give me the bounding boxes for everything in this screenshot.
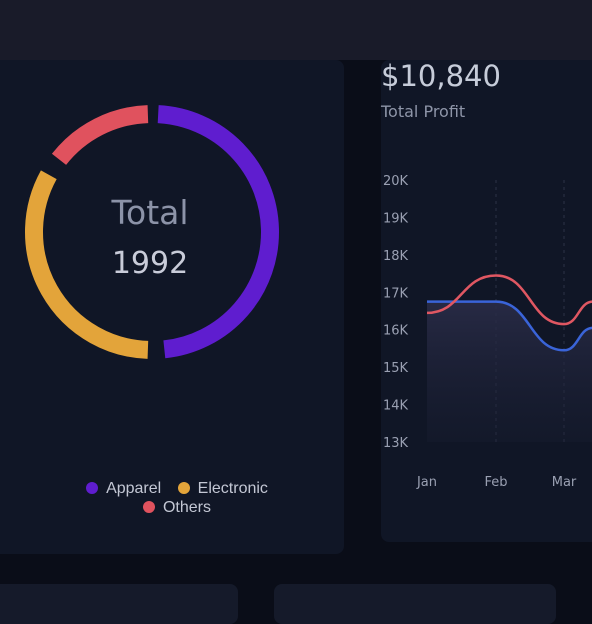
x-tick-label: Jan bbox=[416, 475, 437, 490]
donut-center-title: Total bbox=[111, 193, 189, 232]
legend-dot-apparel bbox=[86, 482, 99, 494]
y-tick-label: 18K bbox=[383, 249, 409, 264]
legend-label-others: Others bbox=[162, 499, 211, 516]
legend-dot-electronic bbox=[177, 482, 190, 494]
y-tick-label: 15K bbox=[383, 361, 409, 376]
legend-dot-others bbox=[142, 501, 155, 513]
legend-item-electronic[interactable]: Electronic bbox=[177, 480, 268, 498]
y-tick-label: 16K bbox=[383, 324, 409, 339]
legend-item-apparel[interactable]: Apparel bbox=[86, 480, 161, 498]
bottom-card-right bbox=[274, 584, 556, 624]
donut-segment-others[interactable] bbox=[51, 105, 149, 166]
y-tick-label: 13K bbox=[383, 436, 409, 451]
legend-label-apparel: Apparel bbox=[106, 480, 162, 497]
donut-legend-row-2: Others bbox=[0, 499, 354, 517]
y-tick-label: 17K bbox=[383, 286, 409, 301]
y-tick-label: 14K bbox=[383, 399, 409, 414]
profit-line-chart: 20K 19K 18K 17K 16K 15K 14K 13K Jan Feb Mar bbox=[383, 174, 592, 490]
x-tick-label: Mar bbox=[552, 475, 577, 490]
y-tick-label: 19K bbox=[383, 211, 409, 226]
bottom-card-left bbox=[0, 584, 238, 624]
y-tick-label: 20K bbox=[383, 174, 409, 189]
legend-label-electronic: Electronic bbox=[197, 480, 268, 497]
x-tick-label: Feb bbox=[484, 475, 507, 490]
donut-legend: Apparel Electronic bbox=[0, 480, 354, 498]
legend-item-others[interactable]: Others bbox=[142, 499, 211, 517]
donut-center-total: 1992 bbox=[111, 246, 189, 281]
